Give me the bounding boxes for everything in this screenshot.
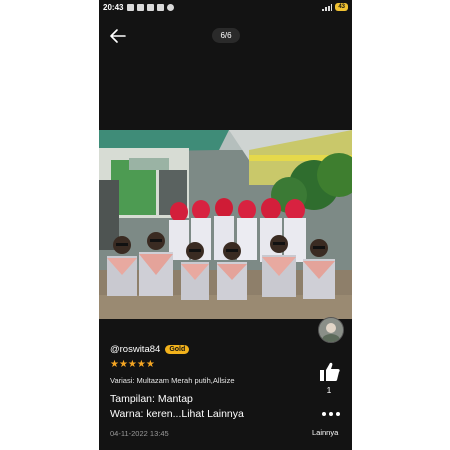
review-media-viewer: 20:43 43 6/6 @roswita84 Gold ★★★★★ Varia…	[99, 0, 352, 450]
more-button[interactable]	[320, 410, 342, 418]
notification-icons	[127, 4, 174, 11]
cloud-icon	[167, 4, 174, 11]
review-text-line-1: Tampilan: Mantap	[110, 393, 193, 405]
signal-icon	[322, 3, 333, 11]
status-right: 43	[322, 3, 348, 11]
shop-icon	[157, 4, 164, 11]
reviewer-row: @roswita84 Gold	[110, 342, 310, 356]
status-time: 20:43	[103, 3, 124, 12]
reviewer-avatar[interactable]	[318, 317, 344, 343]
review-text-line-2[interactable]: Warna: keren...Lihat Lainnya	[110, 408, 244, 420]
reviewer-username[interactable]: @roswita84	[110, 344, 160, 355]
group-photo-image	[99, 130, 352, 319]
like-button[interactable]	[318, 361, 342, 383]
dot-icon	[329, 412, 333, 416]
status-bar: 20:43 43	[99, 0, 352, 18]
like-count: 1	[326, 385, 332, 395]
message-icon	[127, 4, 134, 11]
variant-text: Variasi: Multazam Merah putih,Allsize	[110, 376, 235, 385]
review-photo[interactable]	[99, 130, 352, 319]
review-header: @roswita84 Gold	[110, 342, 310, 356]
star-rating: ★★★★★	[110, 359, 155, 370]
dot-icon	[336, 412, 340, 416]
star-icons: ★★★★★	[110, 359, 155, 370]
membership-badge: Gold	[165, 344, 190, 354]
review-date: 04-11-2022 13:45	[110, 429, 169, 438]
arrow-left-icon	[110, 29, 126, 43]
battery-icon: 43	[335, 3, 348, 11]
app-icon	[137, 4, 144, 11]
app-icon	[147, 4, 154, 11]
more-label[interactable]: Lainnya	[312, 428, 352, 437]
thumbs-up-icon	[320, 362, 340, 381]
avatar-image	[319, 318, 343, 342]
dot-icon	[322, 412, 326, 416]
back-button[interactable]	[109, 28, 127, 44]
image-counter: 6/6	[212, 28, 240, 43]
